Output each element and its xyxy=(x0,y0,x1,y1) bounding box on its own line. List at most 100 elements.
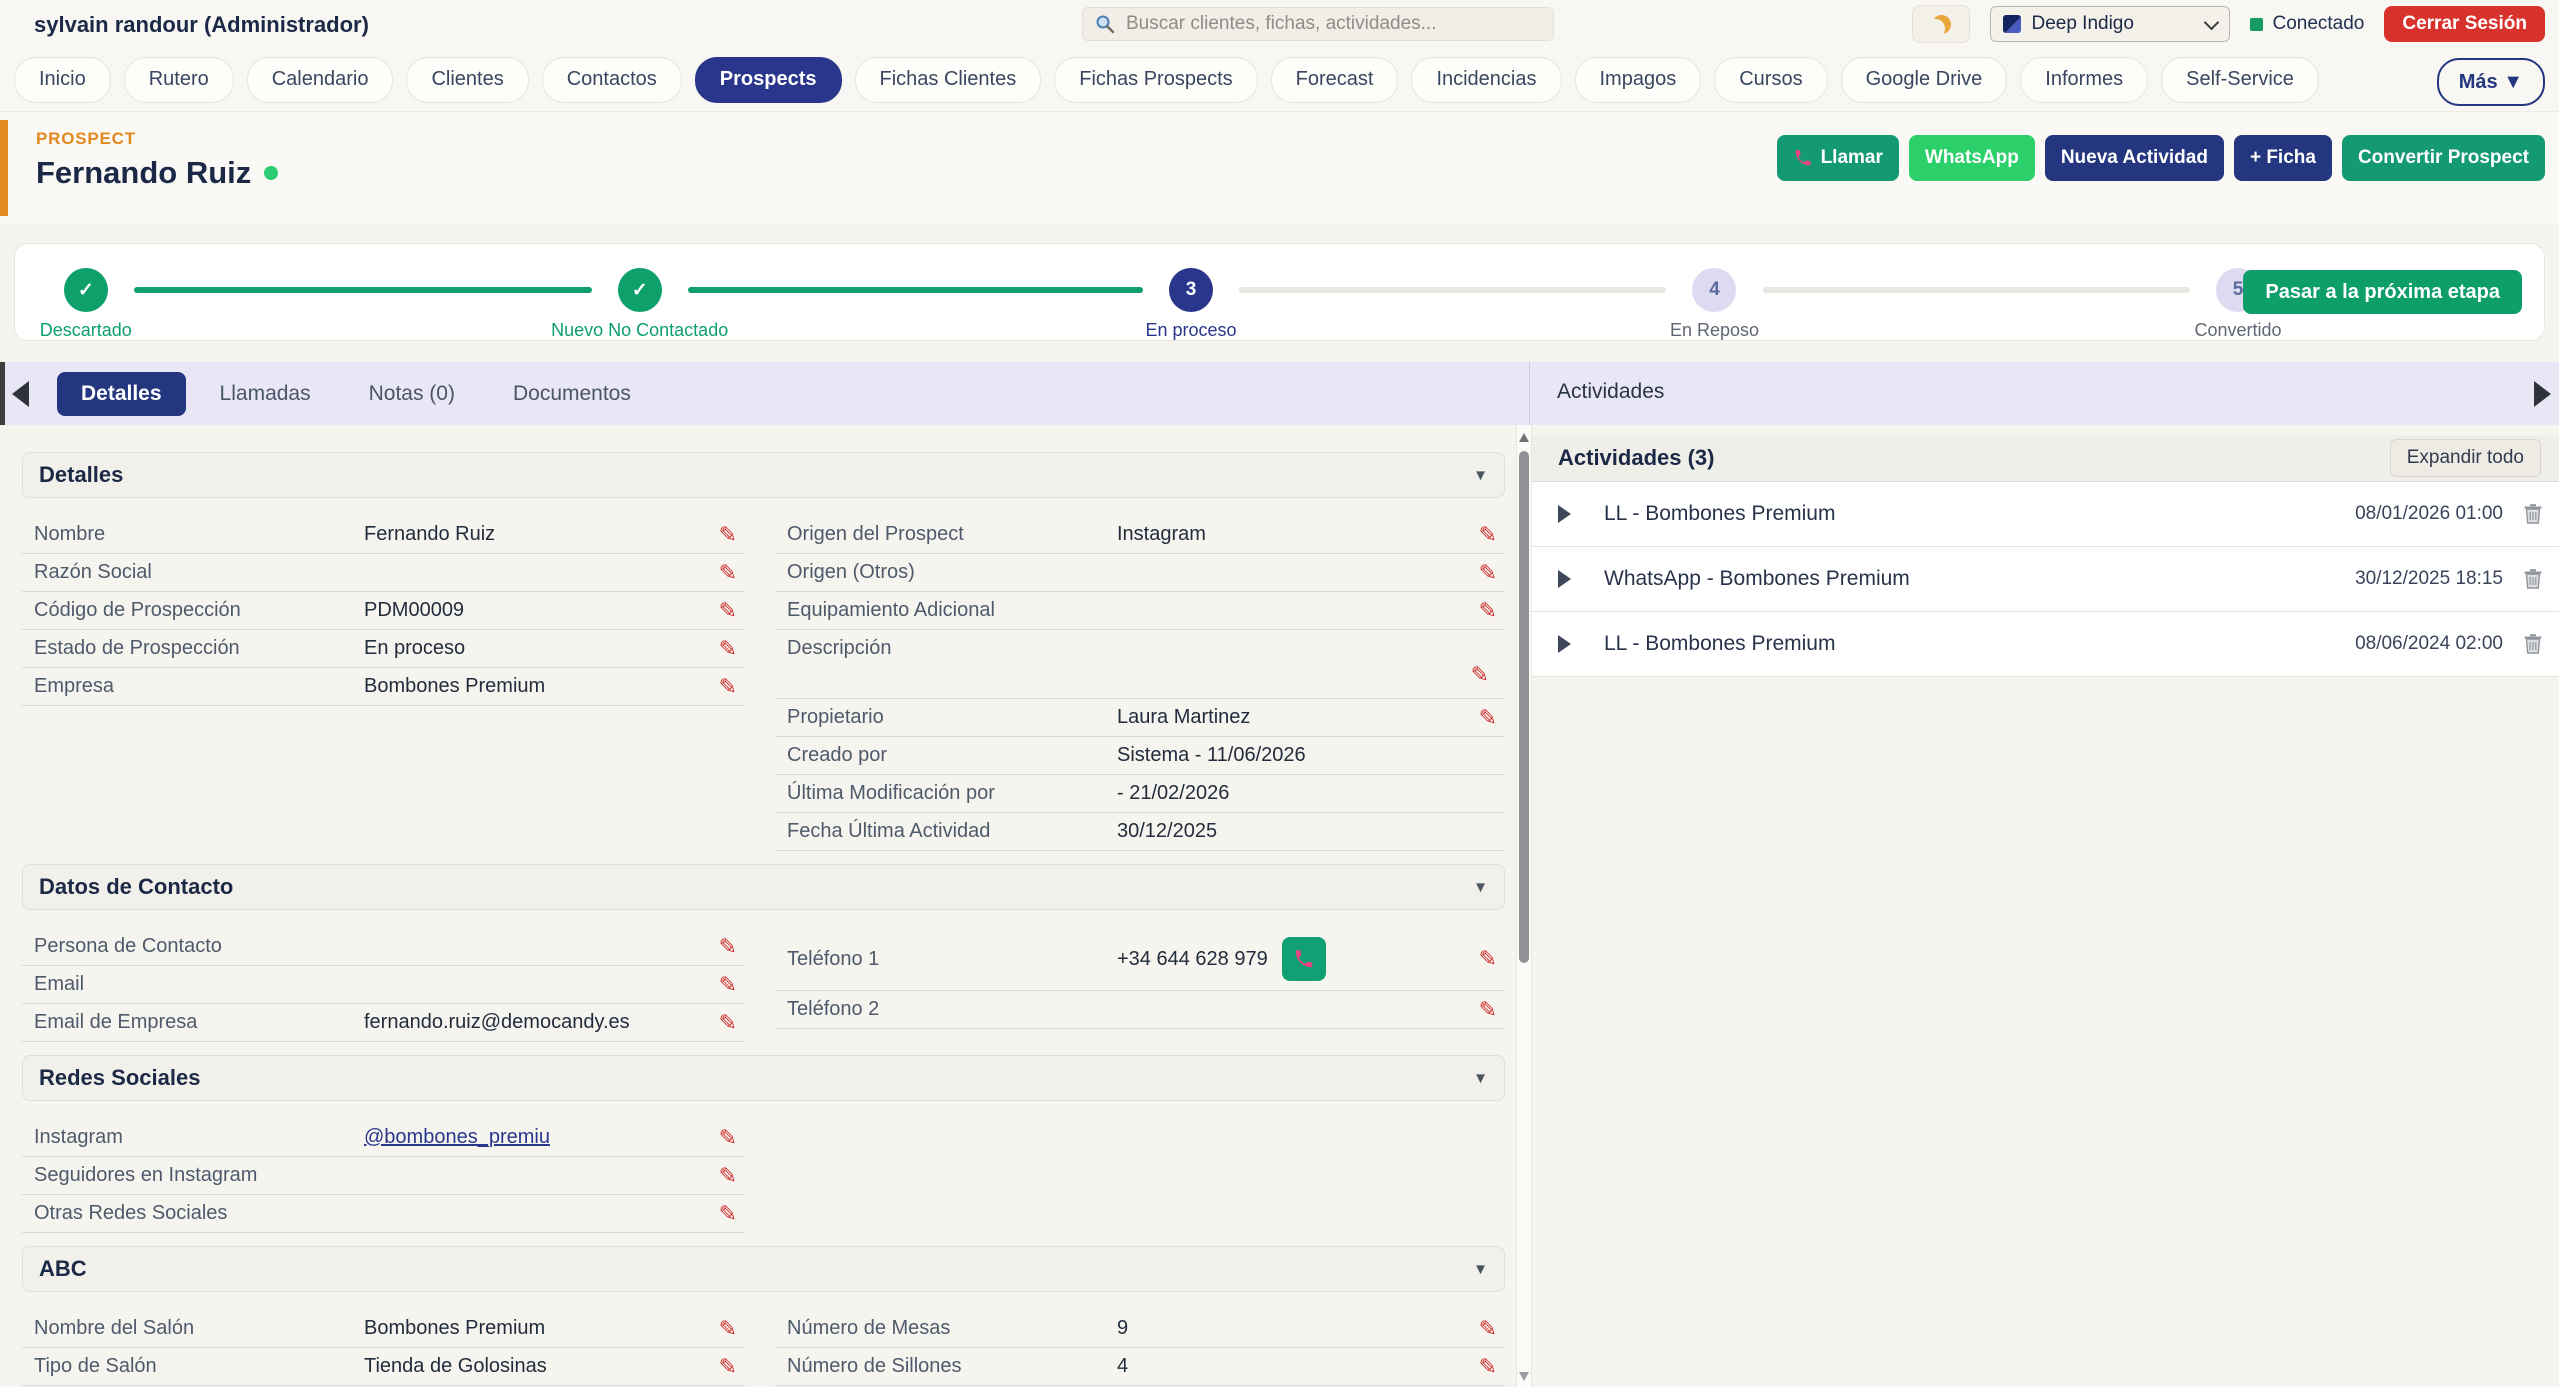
field-row: Estado de Prospección En proceso ✎ xyxy=(22,630,745,668)
edit-pencil-icon[interactable]: ✎ xyxy=(719,524,745,546)
next-stage-button[interactable]: Pasar a la próxima etapa xyxy=(2243,270,2522,314)
field-row: Número de Sillones 4 ✎ xyxy=(775,1348,1505,1386)
activity-row[interactable]: LL - Bombones Premium 08/01/2026 01:00 xyxy=(1532,482,2559,547)
nav-tab[interactable]: Incidencias xyxy=(1411,57,1561,103)
nav-tab[interactable]: Rutero xyxy=(124,57,234,103)
edit-pencil-icon[interactable]: ✎ xyxy=(1479,1318,1505,1340)
step-label: Nuevo No Contactado xyxy=(551,320,728,341)
nav-tab[interactable]: Self-Service xyxy=(2161,57,2319,103)
step-mark: 4 xyxy=(1709,279,1720,301)
vertical-scrollbar[interactable] xyxy=(1516,425,1532,1387)
nav-tab[interactable]: Fichas Prospects xyxy=(1054,57,1257,103)
new-activity-button[interactable]: Nueva Actividad xyxy=(2045,135,2224,181)
field-label: Equipamiento Adicional xyxy=(787,599,1117,622)
edit-pencil-icon[interactable]: ✎ xyxy=(1479,999,1505,1021)
detail-tab[interactable]: Notas (0) xyxy=(345,372,479,416)
scrollbar-thumb[interactable] xyxy=(1519,451,1529,963)
field-list-detalles-right: Origen del Prospect Instagram ✎ Origen (… xyxy=(775,516,1505,851)
global-search[interactable] xyxy=(1082,7,1554,41)
nav-tab[interactable]: Prospects xyxy=(695,57,842,103)
section-header-contacto[interactable]: Datos de Contacto ▼ xyxy=(22,864,1505,910)
call-button[interactable]: Llamar xyxy=(1777,135,1899,181)
expand-all-button[interactable]: Expandir todo xyxy=(2390,439,2541,477)
nav-tab[interactable]: Informes xyxy=(2020,57,2148,103)
edit-pencil-icon[interactable]: ✎ xyxy=(719,562,745,584)
field-row: Empresa Bombones Premium ✎ xyxy=(22,668,745,706)
play-expand-icon[interactable] xyxy=(1558,570,1584,588)
edit-pencil-icon[interactable]: ✎ xyxy=(1479,707,1505,729)
nav-tab[interactable]: Clientes xyxy=(406,57,528,103)
trash-icon[interactable] xyxy=(2523,503,2543,525)
edit-pencil-icon[interactable]: ✎ xyxy=(1471,664,1497,686)
record-type-label: PROSPECT xyxy=(36,129,136,149)
play-expand-icon[interactable] xyxy=(1558,505,1584,523)
logout-button[interactable]: Cerrar Sesión xyxy=(2384,6,2545,42)
edit-pencil-icon[interactable]: ✎ xyxy=(719,974,745,996)
section-header-detalles[interactable]: Detalles ▼ xyxy=(22,452,1505,498)
scroll-down-icon[interactable] xyxy=(1519,1372,1529,1381)
scroll-up-icon[interactable] xyxy=(1519,433,1529,442)
nav-tab[interactable]: Fichas Clientes xyxy=(855,57,1042,103)
stepper-connector xyxy=(1239,287,1666,293)
expand-right-arrow-icon[interactable] xyxy=(2534,381,2551,407)
edit-pencil-icon[interactable]: ✎ xyxy=(719,1012,745,1034)
activity-row[interactable]: WhatsApp - Bombones Premium 30/12/2025 1… xyxy=(1532,547,2559,612)
edit-pencil-icon[interactable]: ✎ xyxy=(719,1203,745,1225)
crm-app: sylvain randour (Administrador) Deep Ind… xyxy=(0,0,2559,1387)
detail-tab[interactable]: Detalles xyxy=(57,372,186,416)
collapse-left-arrow-icon[interactable] xyxy=(12,381,29,407)
prospect-name-text: Fernando Ruiz xyxy=(36,155,251,191)
nav-tab[interactable]: Forecast xyxy=(1271,57,1399,103)
nav-tab[interactable]: Impagos xyxy=(1575,57,1702,103)
search-input[interactable] xyxy=(1124,12,1541,36)
edit-pencil-icon[interactable]: ✎ xyxy=(1479,562,1505,584)
edit-pencil-icon[interactable]: ✎ xyxy=(1479,1356,1505,1378)
field-label: Razón Social xyxy=(34,561,364,584)
field-label: Instagram xyxy=(34,1126,364,1149)
edit-pencil-icon[interactable]: ✎ xyxy=(1479,524,1505,546)
more-menu-button[interactable]: Más ▼ xyxy=(2437,58,2545,106)
new-ficha-button[interactable]: + Ficha xyxy=(2234,135,2332,181)
section-header-redes[interactable]: Redes Sociales ▼ xyxy=(22,1055,1505,1101)
field-row: Tipo de Salón Tienda de Golosinas ✎ xyxy=(22,1348,745,1386)
activity-row[interactable]: LL - Bombones Premium 08/06/2024 02:00 xyxy=(1532,612,2559,677)
nav-tab[interactable]: Google Drive xyxy=(1841,57,2008,103)
field-row: Número de Mesas 9 ✎ xyxy=(775,1310,1505,1348)
theme-select[interactable]: Deep Indigo xyxy=(1990,6,2230,42)
nav-tab[interactable]: Calendario xyxy=(247,57,394,103)
edit-pencil-icon[interactable]: ✎ xyxy=(719,1356,745,1378)
edit-pencil-icon[interactable]: ✎ xyxy=(719,676,745,698)
status-dot xyxy=(2250,18,2263,31)
field-label: Número de Sillones xyxy=(787,1355,1117,1378)
edit-pencil-icon[interactable]: ✎ xyxy=(719,638,745,660)
nav-tab[interactable]: Contactos xyxy=(542,57,682,103)
edit-pencil-icon[interactable]: ✎ xyxy=(719,1127,745,1149)
play-expand-icon[interactable] xyxy=(1558,635,1584,653)
edit-pencil-icon[interactable]: ✎ xyxy=(1479,600,1505,622)
field-label: Seguidores en Instagram xyxy=(34,1164,364,1187)
section-header-abc[interactable]: ABC ▼ xyxy=(22,1246,1505,1292)
field-row: Otras Redes Sociales ✎ xyxy=(22,1195,745,1233)
prospect-name: Fernando Ruiz xyxy=(36,155,278,191)
trash-icon[interactable] xyxy=(2523,633,2543,655)
stepper-step[interactable]: 3 En proceso xyxy=(1169,268,1213,312)
nav-tab[interactable]: Cursos xyxy=(1714,57,1827,103)
whatsapp-button[interactable]: WhatsApp xyxy=(1909,135,2035,181)
edit-pencil-icon[interactable]: ✎ xyxy=(719,1165,745,1187)
stepper-step[interactable]: 4 En Reposo xyxy=(1692,268,1736,312)
dark-mode-button[interactable] xyxy=(1912,5,1970,43)
edit-pencil-icon[interactable]: ✎ xyxy=(719,600,745,622)
stepper-step[interactable]: ✓ Descartado xyxy=(64,268,108,312)
call-phone-button[interactable] xyxy=(1282,937,1326,981)
edit-pencil-icon[interactable]: ✎ xyxy=(719,936,745,958)
nav-tab[interactable]: Inicio xyxy=(14,57,111,103)
edit-pencil-icon[interactable]: ✎ xyxy=(719,1318,745,1340)
activity-title: WhatsApp - Bombones Premium xyxy=(1604,567,1910,591)
convert-prospect-button[interactable]: Convertir Prospect xyxy=(2342,135,2545,181)
field-label: Última Modificación por xyxy=(787,782,1117,805)
detail-tab[interactable]: Documentos xyxy=(489,372,655,416)
detail-tab[interactable]: Llamadas xyxy=(196,372,335,416)
trash-icon[interactable] xyxy=(2523,568,2543,590)
edit-pencil-icon[interactable]: ✎ xyxy=(1479,948,1505,970)
stepper-step[interactable]: ✓ Nuevo No Contactado xyxy=(618,268,662,312)
